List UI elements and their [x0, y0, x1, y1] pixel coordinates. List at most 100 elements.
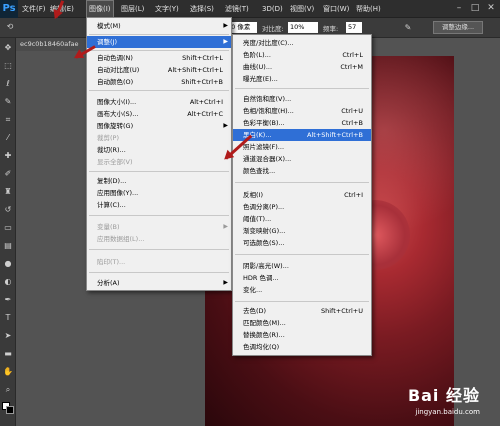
menu-item-equalize[interactable]: 色调均化(Q): [233, 341, 371, 353]
toolbox: ✥ ⬚ ℓ ✎ ⌗ ⁄ ✚ ✐ ♜ ↺ ▭ ▤ ● ◐ ✒ T ➤ ▬ ✋ ⌕: [0, 38, 16, 426]
menu-image[interactable]: 图像(I): [86, 0, 114, 18]
marquee-icon[interactable]: ⬚: [2, 60, 14, 72]
gradient-icon[interactable]: ▤: [2, 240, 14, 252]
menu-item-threshold[interactable]: 阈值(T)...: [233, 213, 371, 225]
menu-item-hue-saturation[interactable]: 色相/饱和度(H)... Ctrl+U: [233, 105, 371, 117]
menu-item-image-size[interactable]: 图像大小(I)... Alt+Ctrl+I: [87, 96, 231, 108]
path-select-icon[interactable]: ➤: [2, 330, 14, 342]
menu-item-auto-tone[interactable]: 自动色调(N) Shift+Ctrl+L: [87, 52, 231, 64]
minimize-icon[interactable]: –: [454, 3, 464, 13]
menu-item-duplicate[interactable]: 复制(D)...: [87, 175, 231, 187]
lasso-tool-preset-icon[interactable]: ⟲: [4, 21, 16, 33]
menu-item-match-color[interactable]: 匹配颜色(M)...: [233, 317, 371, 329]
close-icon[interactable]: ✕: [486, 3, 496, 13]
menu-item-canvas-size[interactable]: 画布大小(S)... Alt+Ctrl+C: [87, 108, 231, 120]
eraser-icon[interactable]: ▭: [2, 222, 14, 234]
menu-item-color-lookup[interactable]: 颜色查找...: [233, 165, 371, 177]
window-controls: – □ ✕: [448, 3, 496, 13]
menu-item-replace-color[interactable]: 替换颜色(R)...: [233, 329, 371, 341]
menu-item-variables: 变量(B) ▶: [97, 223, 228, 231]
menu-item-image-rotation[interactable]: 图像旋转(G) ▶: [87, 120, 231, 132]
contrast-label: 对比度:: [262, 25, 284, 33]
menu-item-analysis[interactable]: 分析(A) ▶: [87, 277, 231, 289]
menu-layer[interactable]: 图层(L): [121, 0, 144, 18]
frequency-field[interactable]: 57: [346, 22, 362, 33]
menu-item-mode[interactable]: 模式(M) ▶: [87, 20, 231, 32]
eyedropper-icon[interactable]: ⁄: [2, 132, 14, 144]
type-icon[interactable]: T: [2, 312, 14, 324]
tablet-pressure-icon[interactable]: ✎: [402, 22, 414, 34]
adjustments-submenu: 亮度/对比度(C)... 色阶(L)... Ctrl+L 曲线(U)... Ctrl…: [232, 34, 372, 356]
menu-select[interactable]: 选择(S): [190, 0, 214, 18]
menu-separator: [89, 34, 229, 35]
menu-window[interactable]: 窗口(W): [323, 0, 349, 18]
menu-3d[interactable]: 3D(D): [262, 0, 283, 18]
menu-separator: [89, 272, 229, 273]
menu-item-calculations[interactable]: 计算(C)...: [87, 199, 231, 211]
menu-item-color-balance[interactable]: 色彩平衡(B)... Ctrl+B: [233, 117, 371, 129]
menu-item-vibrance[interactable]: 自然饱和度(V)...: [233, 93, 371, 105]
watermark-brand: Bai 经验: [407, 386, 480, 405]
menu-item-trim[interactable]: 裁切(R)...: [87, 144, 231, 156]
menu-separator: [89, 215, 229, 216]
menu-item-posterize[interactable]: 色调分离(P)...: [233, 201, 371, 213]
frequency-label: 频率:: [323, 25, 339, 33]
crop-icon[interactable]: ⌗: [2, 114, 14, 126]
healing-icon[interactable]: ✚: [2, 150, 14, 162]
menu-help[interactable]: 帮助(H): [356, 0, 381, 18]
lasso-icon[interactable]: ℓ: [2, 78, 14, 90]
menu-item-photo-filter[interactable]: 照片滤镜(F)...: [233, 141, 371, 153]
hand-icon[interactable]: ✋: [2, 366, 14, 378]
menu-item-crop: 裁剪(P): [97, 134, 119, 142]
menu-item-variations[interactable]: 变化...: [233, 284, 371, 296]
quick-select-icon[interactable]: ✎: [2, 96, 14, 108]
menu-view[interactable]: 视图(V): [290, 0, 314, 18]
history-brush-icon[interactable]: ↺: [2, 204, 14, 216]
menu-item-auto-contrast[interactable]: 自动对比度(U) Alt+Shift+Ctrl+L: [87, 64, 231, 76]
menu-item-desaturate[interactable]: 去色(D) Shift+Ctrl+U: [233, 305, 371, 317]
shape-icon[interactable]: ▬: [2, 348, 14, 360]
watermark-url: jingyan.baidu.com: [415, 408, 480, 416]
menu-separator: [89, 249, 229, 250]
menu-item-brightness-contrast[interactable]: 亮度/对比度(C)...: [233, 37, 371, 49]
menu-item-levels[interactable]: 色阶(L)... Ctrl+L: [233, 49, 371, 61]
menu-item-selective-color[interactable]: 可选颜色(S)...: [233, 237, 371, 249]
menu-item-gradient-map[interactable]: 渐变映射(G)...: [233, 225, 371, 237]
menu-separator: [89, 171, 229, 172]
image-menu: 模式(M) ▶ 调整(J) ▶ 自动色调(N) Shift+Ctrl+L 自动对比度(…: [86, 17, 232, 291]
menu-item-curves[interactable]: 曲线(U)... Ctrl+M: [233, 61, 371, 73]
menu-item-invert[interactable]: 反相(I) Ctrl+I: [233, 189, 371, 201]
menu-item-shadows-highlights[interactable]: 阴影/高光(W)...: [233, 260, 371, 272]
menu-item-reveal-all: 显示全部(V): [97, 158, 133, 166]
menu-item-hdr-toning[interactable]: HDR 色调...: [233, 272, 371, 284]
menu-separator: [89, 50, 229, 51]
brush-icon[interactable]: ✐: [2, 168, 14, 180]
adjust-edge-button[interactable]: 调整边缘...: [433, 21, 483, 34]
submenu-arrow-icon: ▶: [223, 223, 228, 230]
menu-item-auto-color[interactable]: 自动颜色(O) Shift+Ctrl+B: [87, 76, 231, 88]
menu-separator: [235, 301, 369, 302]
menu-type[interactable]: 文字(Y): [155, 0, 179, 18]
submenu-arrow-icon: ▶: [223, 22, 228, 29]
maximize-icon[interactable]: □: [470, 3, 480, 13]
menu-filter[interactable]: 滤镜(T): [225, 0, 249, 18]
menu-item-black-white[interactable]: 黑白(K)... Alt+Shift+Ctrl+B: [233, 129, 371, 141]
menu-item-exposure[interactable]: 曝光度(E)...: [233, 73, 371, 85]
pen-icon[interactable]: ✒: [2, 294, 14, 306]
menu-item-adjustments[interactable]: 调整(J) ▶: [87, 36, 231, 48]
blur-icon[interactable]: ●: [2, 258, 14, 270]
zoom-icon[interactable]: ⌕: [2, 384, 14, 396]
menu-bar: Ps 文件(F) 编辑(E) 图像(I) 图层(L) 文字(Y) 选择(S) 滤…: [0, 0, 500, 18]
menu-item-apply-image[interactable]: 应用图像(Y)...: [87, 187, 231, 199]
submenu-arrow-icon: ▶: [223, 122, 228, 129]
menu-item-apply-data-set: 应用数据组(L)...: [97, 235, 145, 243]
clone-stamp-icon[interactable]: ♜: [2, 186, 14, 198]
menu-file[interactable]: 文件(F): [22, 0, 46, 18]
contrast-field[interactable]: 10%: [288, 22, 318, 33]
menu-item-channel-mixer[interactable]: 通道混合器(X)...: [233, 153, 371, 165]
menu-separator: [89, 90, 229, 91]
move-icon[interactable]: ✥: [2, 42, 14, 54]
menu-item-trap: 陷印(T)...: [97, 258, 126, 266]
dodge-icon[interactable]: ◐: [2, 276, 14, 288]
background-color-swatch[interactable]: [6, 406, 14, 414]
